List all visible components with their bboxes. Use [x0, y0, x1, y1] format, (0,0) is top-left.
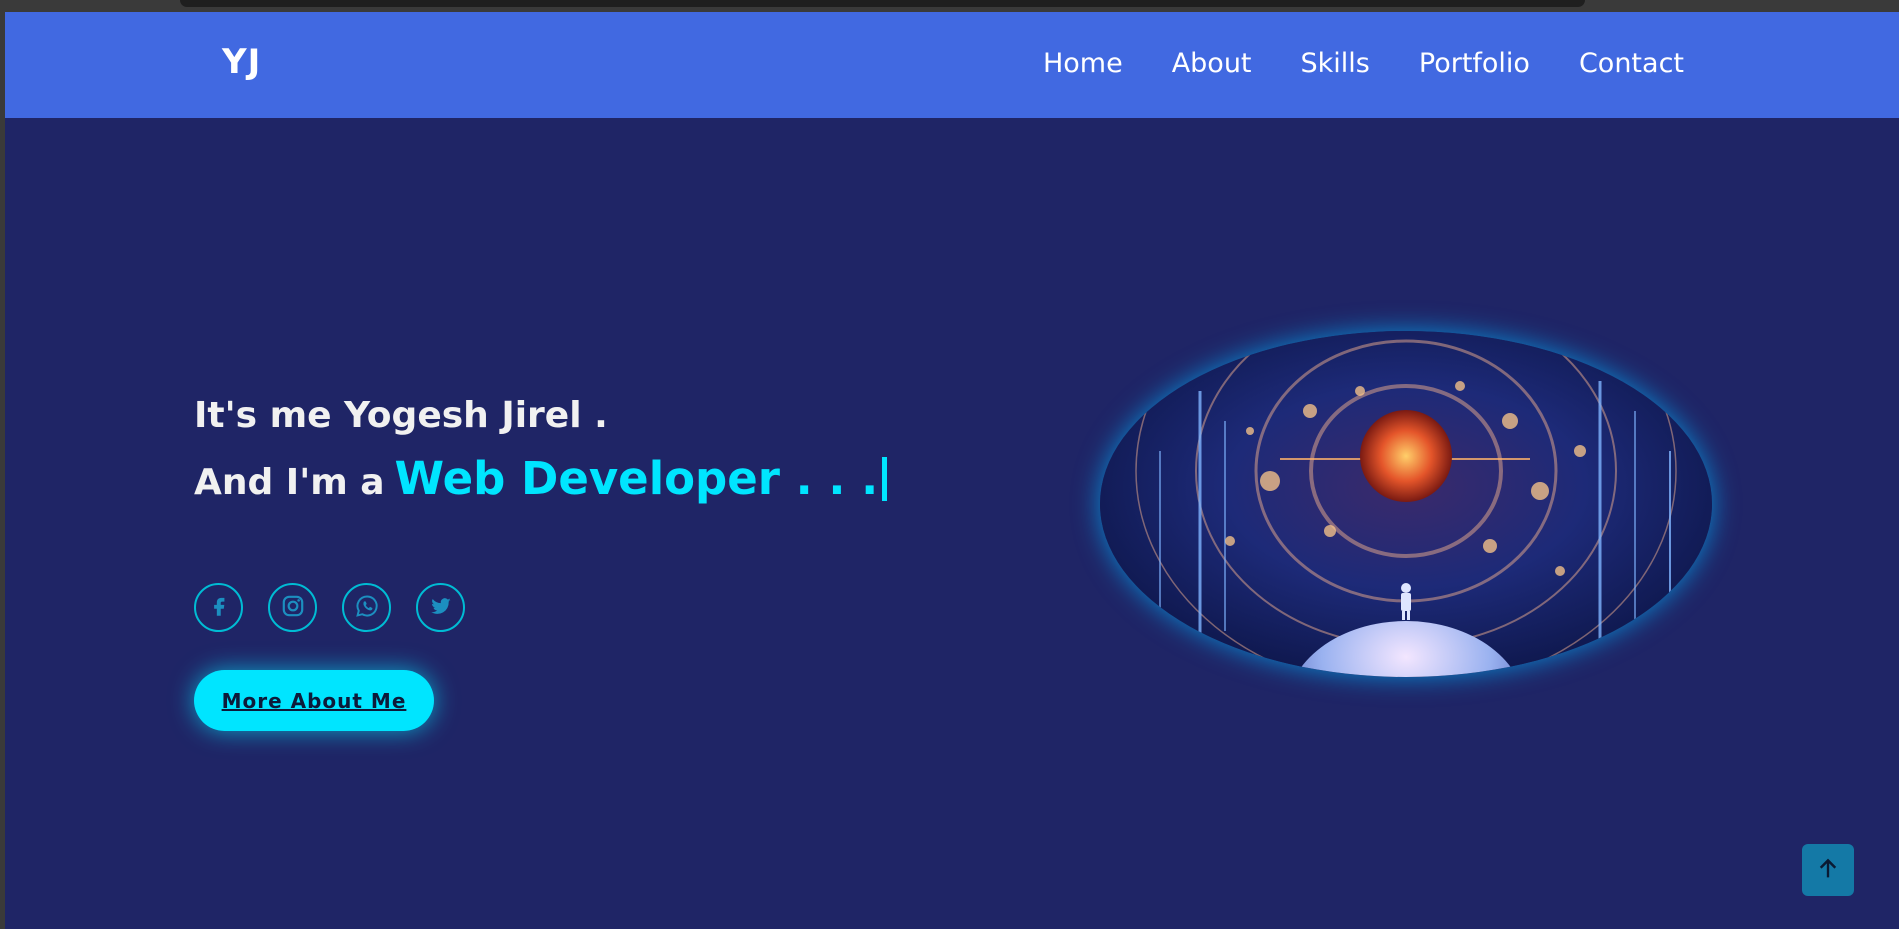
main-nav: Home About Skills Portfolio Contact — [1043, 48, 1684, 79]
instagram-link[interactable] — [268, 583, 317, 632]
whatsapp-icon — [354, 593, 380, 623]
typing-cursor — [882, 456, 888, 501]
site-header: YJ Home About Skills Portfolio Contact — [5, 12, 1899, 118]
facebook-icon — [206, 593, 232, 623]
arrow-up-icon — [1814, 854, 1842, 886]
nav-contact[interactable]: Contact — [1579, 48, 1684, 79]
browser-chrome — [0, 0, 1899, 12]
hero-role: Web Developer . . . — [394, 452, 879, 505]
scroll-to-top-button[interactable] — [1802, 844, 1854, 896]
hero-text: It's me Yogesh Jirel . And I'm a Web Dev… — [194, 395, 888, 505]
browser-tab-strip — [180, 0, 1585, 7]
facebook-link[interactable] — [194, 583, 243, 632]
twitter-link[interactable] — [416, 583, 465, 632]
whatsapp-link[interactable] — [342, 583, 391, 632]
nav-portfolio[interactable]: Portfolio — [1419, 48, 1530, 79]
nav-about[interactable]: About — [1172, 48, 1252, 79]
nav-skills[interactable]: Skills — [1301, 48, 1370, 79]
social-links — [194, 583, 465, 632]
instagram-icon — [280, 593, 306, 623]
portfolio-page: YJ Home About Skills Portfolio Contact I… — [5, 12, 1899, 929]
nav-home[interactable]: Home — [1043, 48, 1123, 79]
hero-role-line: And I'm a Web Developer . . . — [194, 452, 888, 505]
twitter-icon — [428, 593, 454, 623]
more-about-me-button[interactable]: More About Me — [194, 670, 434, 731]
hero-space-image — [1100, 331, 1712, 677]
hero-intro: It's me Yogesh Jirel . — [194, 395, 608, 436]
site-logo[interactable]: YJ — [222, 42, 261, 82]
hero-prefix: And I'm a — [194, 462, 385, 503]
